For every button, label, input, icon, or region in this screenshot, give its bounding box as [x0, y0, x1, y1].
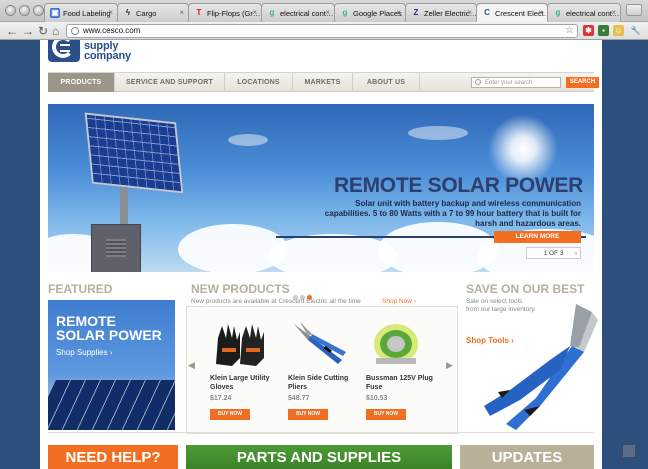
featured-card[interactable]: REMOTE SOLAR POWER Shop Supplies › [48, 300, 175, 430]
gloves-image [216, 324, 264, 366]
buy-now-button[interactable]: BUY NOW [288, 409, 328, 420]
product-name[interactable]: Klein Side Cutting Pliers [288, 375, 360, 392]
extension-green-icon[interactable]: ▪ [598, 25, 609, 36]
nav-service-and-support[interactable]: SERVICE AND SUPPORT [115, 73, 225, 92]
resize-corner-icon[interactable] [622, 444, 636, 458]
search-icon [475, 79, 481, 85]
featured-title-line-2: SOLAR POWER [56, 327, 162, 343]
close-tab-icon[interactable]: × [467, 8, 472, 17]
save-heading: SAVE ON OUR BEST [466, 282, 585, 296]
home-icon[interactable]: ⌂ [52, 24, 59, 38]
shop-supplies-link[interactable]: Shop Supplies › [56, 348, 112, 357]
nav-about-us[interactable]: ABOUT US [353, 73, 420, 92]
solar-panels-image [48, 380, 175, 430]
minimize-window-button[interactable] [19, 5, 30, 16]
tab-food-labeling[interactable]: ▣ Food Labeling × [44, 3, 118, 22]
zoom-window-button[interactable] [33, 5, 44, 16]
carousel-prev-arrow-icon[interactable]: ◀ [188, 360, 195, 371]
carousel-next-arrow-icon[interactable]: ▶ [446, 360, 453, 371]
tab-google-places[interactable]: g Google Places × [334, 3, 406, 22]
tab-crescent-electric[interactable]: C Crescent Elect… × [476, 3, 548, 22]
main-navigation: PRODUCTS SERVICE AND SUPPORT LOCATIONS M… [48, 72, 599, 92]
search-button[interactable]: SEARCH [566, 77, 599, 88]
buy-now-button[interactable]: BUY NOW [210, 409, 250, 420]
logo-mark-icon [48, 40, 80, 62]
new-products-heading: NEW PRODUCTS [191, 282, 290, 296]
product-card[interactable]: Bussman 125V Plug Fuse $10.53 BUY NOW [360, 310, 436, 430]
new-products-subtitle: New products are available at Crescent E… [191, 298, 361, 305]
product-card[interactable]: Klein Large Utility Gloves $17.24 BUY NO… [204, 310, 280, 430]
close-tab-icon[interactable]: × [179, 8, 184, 17]
browser-toolbar: ← → ↻ ⌂ www.cesco.com ☆ ✱ ▪ ☺ 🔧 [0, 22, 648, 40]
close-window-button[interactable] [5, 5, 16, 16]
buy-now-button[interactable]: BUY NOW [366, 409, 406, 420]
tab-bar: ▣ Food Labeling × ϟ Cargo × T Flip-Flops… [0, 0, 648, 22]
section-divider [48, 432, 594, 433]
tab-electrical-contractor-2[interactable]: g electrical cont… × [547, 3, 621, 22]
search-input[interactable]: Enter your search [471, 77, 561, 88]
window-resize-button[interactable] [626, 4, 642, 16]
product-price: $17.24 [210, 395, 232, 402]
target-favicon-icon: T [196, 8, 202, 17]
logo-line-2: company [84, 50, 131, 62]
close-tab-icon[interactable]: × [396, 8, 401, 17]
hero-description: Solar unit with battery backup and wirel… [324, 199, 581, 228]
forward-arrow-icon[interactable]: → [22, 24, 34, 38]
web-page: supply company PRODUCTS SERVICE AND SUPP… [40, 40, 602, 469]
close-tab-icon[interactable]: × [538, 8, 543, 17]
cargo-favicon-icon: ϟ [125, 8, 131, 17]
google-favicon-icon: g [555, 8, 561, 17]
cutters-image [484, 304, 598, 430]
google-favicon-icon: g [269, 8, 275, 17]
close-tab-icon[interactable]: × [252, 8, 257, 17]
page-icon [71, 27, 79, 35]
extension-red-icon[interactable]: ✱ [583, 25, 594, 36]
product-price: $10.53 [366, 395, 388, 402]
tab-flip-flops[interactable]: T Flip-Flops (Gr… × [188, 3, 262, 22]
close-tab-icon[interactable]: × [611, 8, 616, 17]
parts-and-supplies-banner[interactable]: PARTS AND SUPPLIES [186, 445, 452, 469]
featured-heading: FEATURED [48, 282, 113, 296]
tab-cargo[interactable]: ϟ Cargo × [117, 3, 189, 22]
tab-zeller-electric[interactable]: Z Zeller Electric… × [405, 3, 477, 22]
food-labeling-favicon-icon: ▣ [50, 8, 60, 18]
nav-markets[interactable]: MARKETS [293, 73, 353, 92]
next-slide-icon[interactable]: › [575, 248, 577, 259]
hero-title: REMOTE SOLAR POWER [334, 174, 583, 197]
solar-panel-image [84, 112, 184, 194]
wrench-icon[interactable]: 🔧 [630, 25, 641, 36]
nav-products[interactable]: PRODUCTS [48, 73, 115, 92]
crescent-favicon-icon: C [484, 8, 490, 17]
need-help-banner[interactable]: NEED HELP? [48, 445, 178, 469]
plug-fuse-image [374, 324, 418, 364]
close-tab-icon[interactable]: × [325, 8, 330, 17]
product-card[interactable]: Klein Side Cutting Pliers $48.77 BUY NOW [282, 310, 358, 430]
product-name[interactable]: Klein Large Utility Gloves [210, 375, 282, 392]
product-price: $48.77 [288, 395, 310, 402]
reload-icon[interactable]: ↻ [38, 24, 48, 38]
battery-enclosure-image [91, 224, 141, 272]
tab-electrical-contractor-1[interactable]: g electrical cont… × [261, 3, 335, 22]
bookmark-star-icon[interactable]: ☆ [565, 25, 574, 37]
shop-now-link[interactable]: Shop Now › [382, 298, 416, 305]
address-bar[interactable]: www.cesco.com ☆ [66, 24, 578, 38]
slide-pager[interactable]: 1 OF 3 › [526, 247, 581, 259]
product-name[interactable]: Bussman 125V Plug Fuse [366, 375, 438, 392]
back-arrow-icon[interactable]: ← [6, 24, 18, 38]
google-favicon-icon: g [342, 8, 348, 17]
hero-banner: REMOTE SOLAR POWER Solar unit with batte… [48, 104, 594, 272]
zeller-favicon-icon: Z [413, 8, 419, 17]
nav-locations[interactable]: LOCATIONS [225, 73, 293, 92]
extension-face-icon[interactable]: ☺ [613, 25, 624, 36]
featured-title-line-1: REMOTE [56, 313, 116, 329]
updates-banner[interactable]: UPDATES [460, 445, 594, 469]
pliers-image [294, 322, 346, 364]
learn-more-button[interactable]: LEARN MORE [494, 231, 581, 243]
close-tab-icon[interactable]: × [108, 8, 113, 17]
